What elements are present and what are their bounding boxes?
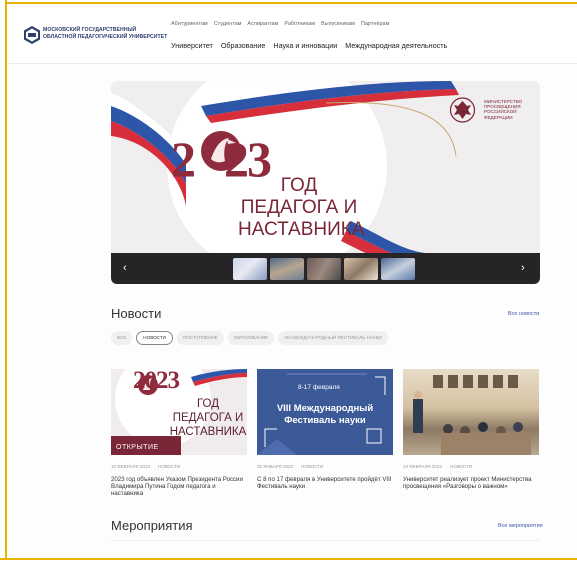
card-3-headline[interactable]: Университет реализует проект Министерств… <box>403 476 541 490</box>
main-navigation: Университет Образование Наука и инноваци… <box>171 41 447 50</box>
filter-news[interactable]: НОВОСТИ <box>136 331 173 345</box>
nav-international[interactable]: Международная деятельность <box>345 41 447 50</box>
all-events-link[interactable]: Все мероприятия <box>498 523 543 529</box>
card-2-image-date: 8-17 февраля <box>298 384 340 391</box>
card-1-headline[interactable]: 2023 год объявлен Указом Президента Росс… <box>111 476 249 497</box>
card-2-headline[interactable]: С 8 по 17 февраля в Университете пройдёт… <box>257 476 395 490</box>
university-logo-icon[interactable] <box>23 26 41 44</box>
banner-title: ГОД ПЕДАГОГА И НАСТАВНИКА <box>238 175 365 240</box>
top-link-students[interactable]: Студентам <box>214 21 242 27</box>
nav-education[interactable]: Образование <box>221 41 266 50</box>
top-link-partners[interactable]: Партнёрам <box>361 21 389 27</box>
frame-left-border <box>0 0 7 563</box>
carousel-thumbnail[interactable] <box>344 258 378 280</box>
card-2-image-title: VIII Международный Фестиваль науки <box>276 403 374 426</box>
nav-university[interactable]: Университет <box>171 41 213 50</box>
frame-bottom-border <box>0 558 577 563</box>
top-link-alumni[interactable]: Выпускникам <box>321 21 355 27</box>
card-1-date: 10 ФЕВРАЛЯ 2023 <box>111 464 150 469</box>
carousel-thumbnail[interactable] <box>233 258 267 280</box>
site-header: МОСКОВСКИЙ ГОСУДАРСТВЕННЫЙ ОБЛАСТНОЙ ПЕД… <box>9 6 577 64</box>
card-2-meta: 30 ЯНВАРЯ 2023 НОВОСТИ <box>257 464 323 469</box>
card-1-year: 2023 <box>133 367 180 394</box>
ministry-label: МИНИСТЕРСТВО ПРОСВЕЩЕНИЯ РОССИЙСКОЙ ФЕДЕ… <box>484 99 523 120</box>
card-1-category[interactable]: НОВОСТИ <box>158 464 180 469</box>
nav-science[interactable]: Наука и инновации <box>273 41 337 50</box>
card-3-photo <box>413 375 531 455</box>
ministry-emblem-icon <box>449 97 476 123</box>
carousel-thumbnail[interactable] <box>270 258 304 280</box>
card-3-date: 10 ФЕВРАЛЯ 2023 <box>403 464 442 469</box>
carousel-prev-button[interactable]: ‹ <box>123 262 127 274</box>
card-1-image-title: ГОД ПЕДАГОГА И НАСТАВНИКА <box>169 398 247 438</box>
all-news-link[interactable]: Все новости <box>508 311 539 317</box>
filter-education[interactable]: ОБРАЗОВАНИЕ <box>227 331 275 345</box>
university-name[interactable]: МОСКОВСКИЙ ГОСУДАРСТВЕННЫЙ ОБЛАСТНОЙ ПЕД… <box>43 27 168 41</box>
news-filters: ВСЕ НОВОСТИ ПОСТУПЛЕНИЕ ОБРАЗОВАНИЕ VIII… <box>111 331 388 345</box>
card-3-category[interactable]: НОВОСТИ <box>450 464 472 469</box>
top-link-applicants[interactable]: Абитуриентам <box>171 21 208 27</box>
events-section-title: Мероприятия <box>111 518 193 533</box>
card-2-category[interactable]: НОВОСТИ <box>301 464 323 469</box>
section-divider <box>111 540 540 541</box>
filter-all[interactable]: ВСЕ <box>111 331 133 345</box>
carousel-next-button[interactable]: › <box>521 262 525 274</box>
news-section-title: Новости <box>111 306 162 321</box>
card-1-meta: 10 ФЕВРАЛЯ 2023 НОВОСТИ <box>111 464 180 469</box>
card-2-date: 30 ЯНВАРЯ 2023 <box>257 464 294 469</box>
top-link-employees[interactable]: Работникам <box>284 21 315 27</box>
carousel-thumbnail[interactable] <box>307 258 341 280</box>
filter-science-festival[interactable]: VIII МЕЖДУНАРОДНЫЙ ФЕСТИВАЛЬ НАУКИ <box>278 331 388 345</box>
top-link-postgraduates[interactable]: Аспирантам <box>247 21 278 27</box>
card-3-meta: 10 ФЕВРАЛЯ 2023 НОВОСТИ <box>403 464 472 469</box>
news-card-3-image[interactable] <box>403 369 539 455</box>
frame-top-border <box>0 0 577 4</box>
card-1-ribbon-text: ОТКРЫТИЕ <box>116 444 159 451</box>
audience-links: Абитуриентам Студентам Аспирантам Работн… <box>171 21 389 27</box>
carousel-thumbnails <box>233 258 415 280</box>
carousel-thumbnail[interactable] <box>381 258 415 280</box>
filter-admission[interactable]: ПОСТУПЛЕНИЕ <box>176 331 224 345</box>
